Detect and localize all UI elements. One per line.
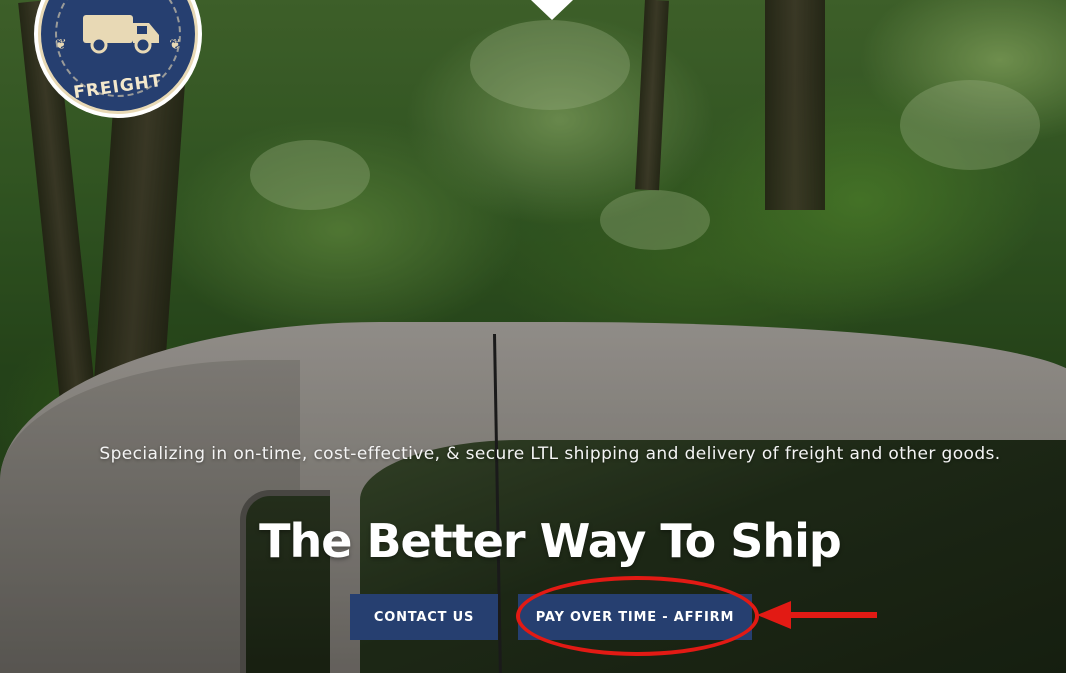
contact-us-button[interactable]: CONTACT US xyxy=(350,594,498,640)
wheat-left-icon: ❦ xyxy=(55,37,67,53)
left-arrow-icon xyxy=(757,601,877,629)
delivery-truck-icon xyxy=(83,15,159,54)
wheat-right-icon: ❦ xyxy=(169,37,181,53)
annotation-highlight-ellipse xyxy=(516,576,759,656)
nav-notch-indicator xyxy=(531,0,573,20)
hero-tagline: Specializing in on-time, cost-effective,… xyxy=(99,444,1001,464)
hero-headline: The Better Way To Ship xyxy=(259,514,842,568)
